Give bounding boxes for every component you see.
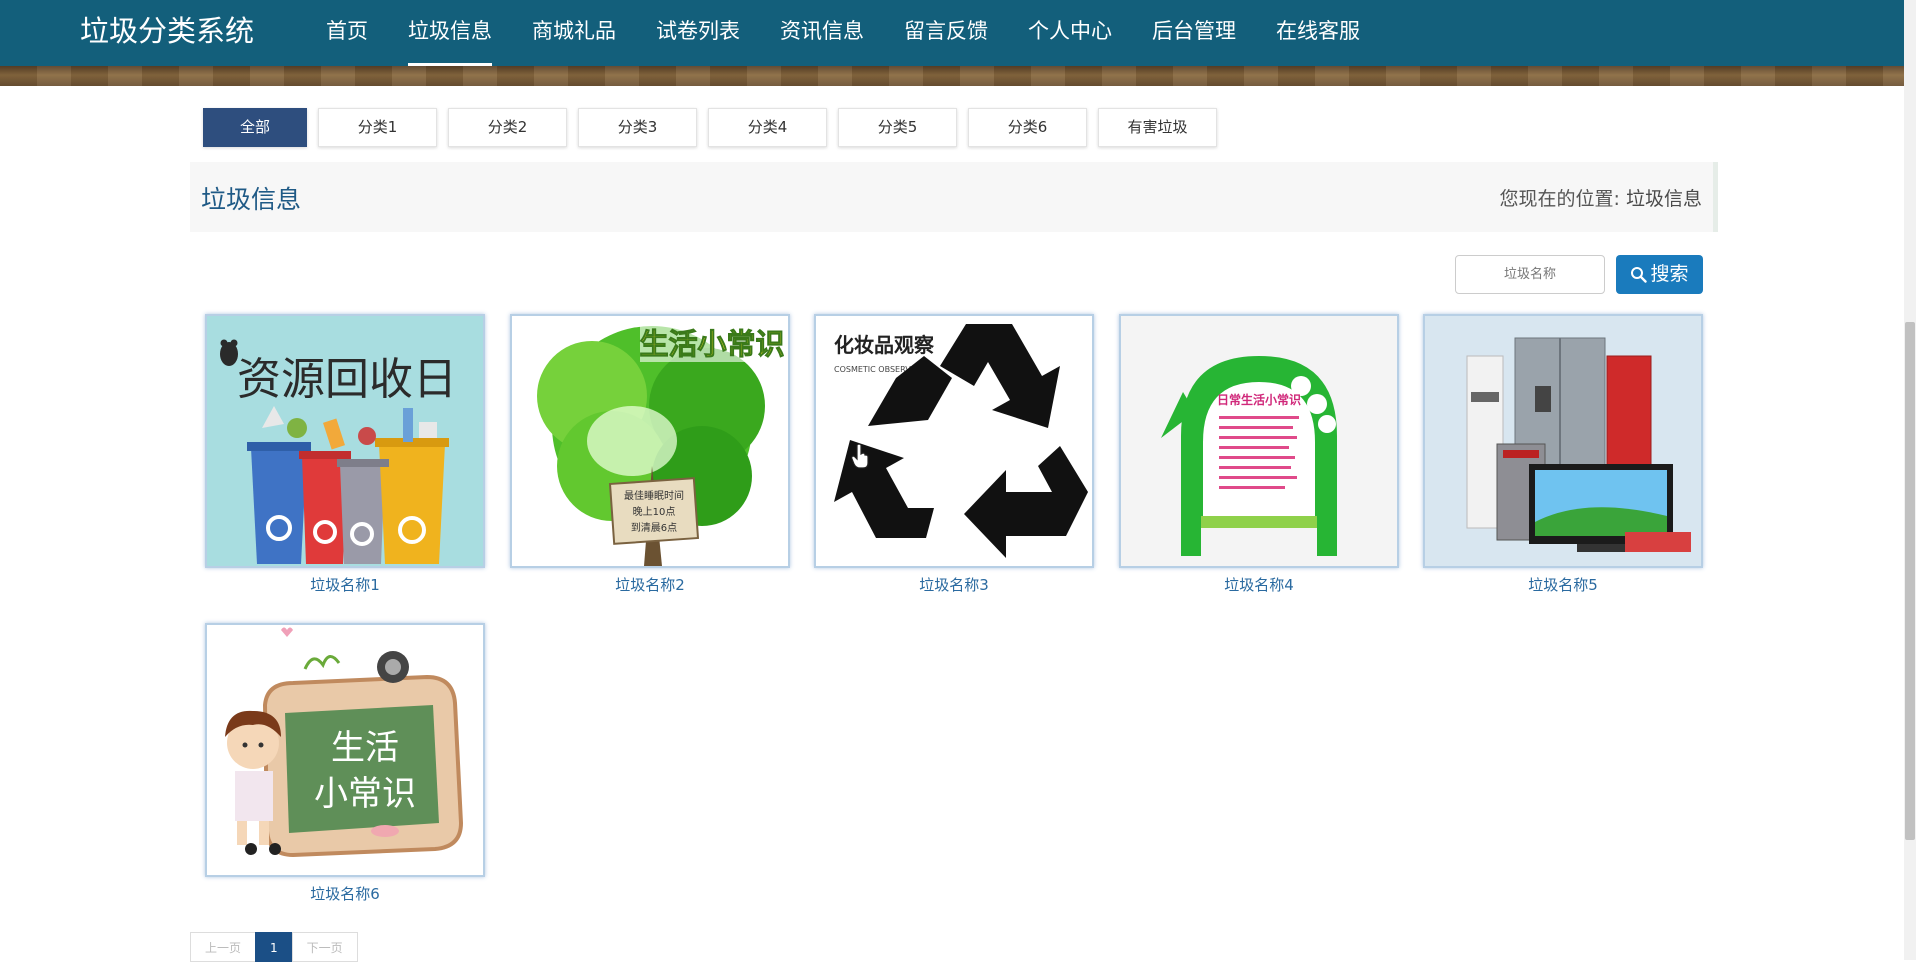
item-name-5[interactable]: 垃圾名称5 — [1423, 574, 1703, 595]
item-image-2[interactable]: 生活小常识 最佳睡眠时间 晚上10点 到清晨6点 — [510, 314, 790, 568]
breadcrumb-prefix: 您现在的位置: — [1499, 188, 1620, 210]
item-image-6-text-2: 小常识 — [314, 774, 416, 814]
section-title-bar: 垃圾信息 您现在的位置: 垃圾信息 — [190, 162, 1718, 232]
item-image-4-text: 日常生活小常识 — [1217, 392, 1301, 407]
category-6[interactable]: 分类6 — [968, 108, 1087, 147]
category-tabs: 全部 分类1 分类2 分类3 分类4 分类5 分类6 有害垃圾 — [203, 108, 1228, 147]
pagination-prev[interactable]: 上一页 — [190, 932, 257, 962]
category-3[interactable]: 分类3 — [578, 108, 697, 147]
hand-cursor-icon — [851, 443, 869, 469]
item-image-5[interactable] — [1423, 314, 1703, 568]
item-card-2: 生活小常识 最佳睡眠时间 晚上10点 到清晨6点 垃圾名称2 — [510, 314, 790, 595]
search-icon — [1631, 267, 1648, 283]
category-4[interactable]: 分类4 — [708, 108, 827, 147]
nav-exam-list[interactable]: 试卷列表 — [656, 0, 740, 62]
search-input[interactable] — [1455, 255, 1605, 294]
site-brand[interactable]: 垃圾分类系统 — [80, 10, 254, 52]
item-image-1-text: 资源回收日 — [237, 354, 457, 405]
recycle-symbol-illustration: 化妆品观察 COSMETIC OBSERVE — [816, 316, 1092, 566]
item-image-6-text-1: 生活 — [331, 728, 399, 768]
search-button-label: 搜索 — [1650, 263, 1689, 285]
life-tips-chalkboard-illustration: 生活 小常识 — [207, 625, 483, 875]
item-card-6: 生活 小常识 垃圾名称6 — [205, 623, 485, 904]
scrollbar-thumb[interactable] — [1905, 322, 1915, 840]
item-image-2-sign-3: 到清晨6点 — [631, 521, 677, 534]
item-name-6[interactable]: 垃圾名称6 — [205, 883, 485, 904]
category-2[interactable]: 分类2 — [448, 108, 567, 147]
main-nav: 首页 垃圾信息 商城礼品 试卷列表 资讯信息 留言反馈 个人中心 后台管理 在线… — [326, 0, 1400, 66]
item-image-6[interactable]: 生活 小常识 — [205, 623, 485, 877]
category-1[interactable]: 分类1 — [318, 108, 437, 147]
search-button[interactable]: 搜索 — [1616, 255, 1703, 294]
item-image-2-sign-2: 晚上10点 — [633, 506, 676, 518]
breadcrumb: 您现在的位置: 垃圾信息 — [1500, 184, 1702, 211]
item-image-3-text: 化妆品观察 — [834, 333, 935, 357]
nav-home[interactable]: 首页 — [326, 0, 368, 62]
nav-news[interactable]: 资讯信息 — [780, 0, 864, 62]
pagination-page-1[interactable]: 1 — [255, 932, 293, 962]
item-card-5: 垃圾名称5 — [1423, 314, 1703, 595]
nav-garbage-info[interactable]: 垃圾信息 — [408, 0, 492, 66]
item-image-4[interactable]: 日常生活小常识 — [1119, 314, 1399, 568]
life-tips-tree-illustration: 生活小常识 最佳睡眠时间 晚上10点 到清晨6点 — [512, 316, 788, 566]
pagination-next[interactable]: 下一页 — [291, 932, 358, 962]
breadcrumb-current[interactable]: 垃圾信息 — [1626, 188, 1702, 210]
top-navbar: 垃圾分类系统 首页 垃圾信息 商城礼品 试卷列表 资讯信息 留言反馈 个人中心 … — [0, 0, 1904, 66]
daily-life-tips-illustration: 日常生活小常识 — [1121, 316, 1397, 566]
item-image-1[interactable]: 资源回收日 — [205, 314, 485, 568]
item-image-3[interactable]: 化妆品观察 COSMETIC OBSERVE — [814, 314, 1094, 568]
page-title: 垃圾信息 — [201, 185, 302, 214]
nav-mall-gifts[interactable]: 商城礼品 — [532, 0, 616, 62]
nav-online-service[interactable]: 在线客服 — [1276, 0, 1360, 62]
recycle-day-illustration: 资源回收日 — [207, 316, 483, 566]
item-name-3[interactable]: 垃圾名称3 — [814, 574, 1094, 595]
item-card-4: 日常生活小常识 垃圾名称4 — [1119, 314, 1399, 595]
pagination: 上一页 1 下一页 — [190, 932, 358, 962]
nav-feedback[interactable]: 留言反馈 — [904, 0, 988, 62]
nav-personal-center[interactable]: 个人中心 — [1028, 0, 1112, 62]
category-all[interactable]: 全部 — [203, 108, 307, 147]
item-card-1: 资源回收日 垃圾名称1 — [205, 314, 485, 595]
item-name-2[interactable]: 垃圾名称2 — [510, 574, 790, 595]
page-scrollbar[interactable] — [1904, 0, 1916, 960]
item-name-1[interactable]: 垃圾名称1 — [205, 574, 485, 595]
item-name-4[interactable]: 垃圾名称4 — [1119, 574, 1399, 595]
nav-admin[interactable]: 后台管理 — [1152, 0, 1236, 62]
category-5[interactable]: 分类5 — [838, 108, 957, 147]
banner-image-strip — [0, 66, 1904, 86]
item-image-2-text: 生活小常识 — [639, 327, 784, 361]
home-appliances-illustration — [1425, 316, 1701, 566]
item-image-2-sign-1: 最佳睡眠时间 — [624, 489, 684, 502]
category-hazardous[interactable]: 有害垃圾 — [1098, 108, 1217, 147]
